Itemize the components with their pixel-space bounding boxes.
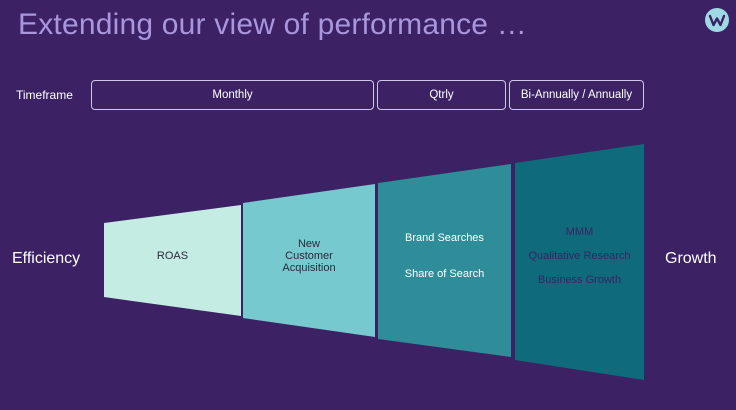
segment-text-line: New	[297, 238, 320, 250]
segment-text-line: Acquisition	[282, 262, 336, 274]
segment-text-line: Brand Searches	[405, 232, 484, 244]
segment-growth-text: MMM Qualitative Research Business Growth	[515, 226, 644, 286]
segment-roas-text: ROAS	[104, 250, 241, 262]
segment-text-line: Customer	[285, 250, 333, 262]
segment-brand-text: Brand Searches Share of Search	[378, 232, 511, 280]
funnel-diagram	[104, 144, 644, 380]
segment-text-line: Business Growth	[537, 274, 622, 286]
segment-acquisition-text: New Customer Acquisition	[243, 238, 375, 274]
segment-text-line: Qualitative Research	[528, 250, 631, 262]
segment-text-line: ROAS	[156, 250, 189, 262]
segment-text-line: Share of Search	[404, 268, 485, 280]
segment-text-line: MMM	[565, 226, 594, 238]
